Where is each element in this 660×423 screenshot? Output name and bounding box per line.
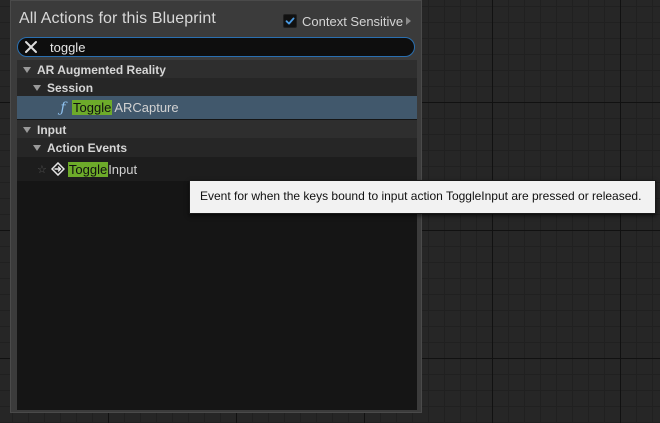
context-sensitive-label: Context Sensitive	[302, 13, 404, 29]
context-sensitive-toggle[interactable]: Context Sensitive	[283, 12, 412, 30]
expand-arrow-icon[interactable]	[406, 17, 412, 25]
action-tooltip: Event for when the keys bound to input a…	[189, 180, 656, 214]
caret-down-icon[interactable]	[33, 84, 41, 91]
action-item-toggleinput[interactable]: ☆ Toggle Input	[17, 157, 417, 181]
caret-down-icon[interactable]	[23, 66, 31, 73]
event-icon	[50, 162, 65, 176]
popup-title: All Actions for this Blueprint	[19, 10, 216, 27]
action-label: ARCapture	[114, 100, 179, 115]
subcategory-label: Session	[47, 80, 94, 95]
star-icon[interactable]: ☆	[37, 163, 47, 176]
subcategory-label: Action Events	[47, 140, 128, 155]
category-label: AR Augmented Reality	[37, 62, 166, 77]
action-item-toggle-arcapture[interactable]: ƒ Toggle ARCapture	[17, 96, 417, 119]
subcategory-session[interactable]: Session	[17, 78, 417, 97]
caret-down-icon[interactable]	[33, 144, 41, 151]
action-label: Input	[108, 161, 138, 177]
category-ar-augmented-reality[interactable]: AR Augmented Reality	[17, 60, 417, 79]
checkmark-icon	[285, 17, 295, 25]
popup-header: All Actions for this Blueprint Context S…	[11, 1, 421, 39]
subcategory-action-events[interactable]: Action Events	[17, 138, 417, 157]
caret-down-icon[interactable]	[23, 126, 31, 133]
search-match-highlight: Toggle	[67, 161, 109, 177]
search-box[interactable]	[17, 37, 415, 57]
search-match-highlight: Toggle	[72, 100, 113, 115]
search-input[interactable]	[50, 39, 400, 55]
context-sensitive-checkbox[interactable]	[283, 14, 297, 28]
category-input[interactable]: Input	[17, 120, 417, 139]
close-icon[interactable]	[24, 40, 38, 54]
action-tree: AR Augmented Reality Session ƒ Toggle AR…	[17, 60, 417, 410]
tooltip-text: Event for when the keys bound to input a…	[200, 189, 642, 203]
category-label: Input	[37, 122, 67, 137]
function-icon: ƒ	[60, 99, 66, 116]
